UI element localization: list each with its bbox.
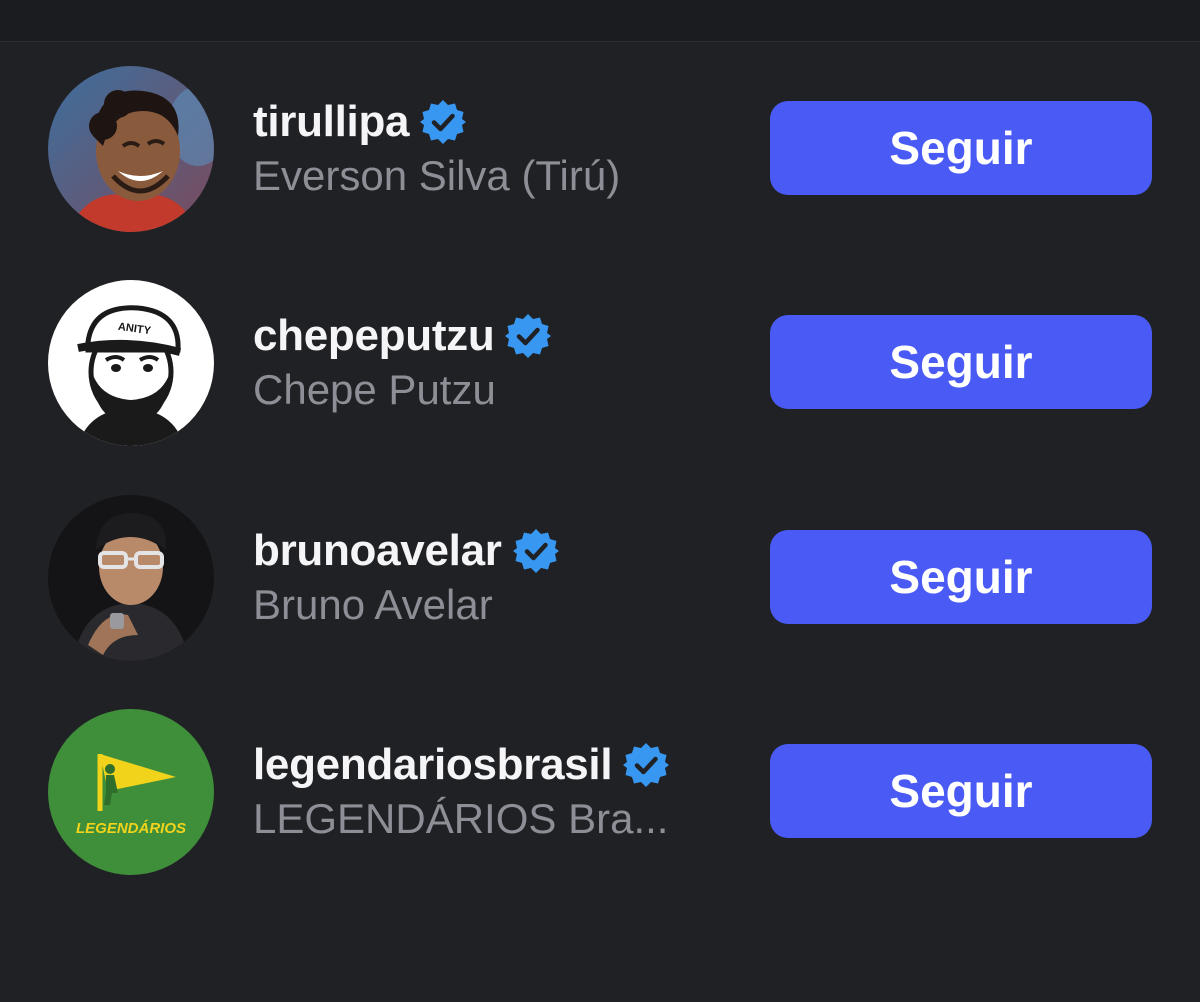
- avatar-photo-icon: [48, 495, 214, 661]
- username[interactable]: brunoavelar: [253, 526, 502, 576]
- list-item: ANITY chepeputzu Chepe Putzu Seguir: [0, 280, 1200, 450]
- full-name: Bruno Avelar: [253, 581, 493, 628]
- full-name: Everson Silva (Tirú): [253, 152, 621, 199]
- account-info: tirullipa Everson Silva (Tirú): [253, 94, 620, 200]
- avatar-illustration-icon: ANITY: [48, 280, 214, 446]
- verified-badge-icon: [419, 98, 467, 146]
- username[interactable]: tirullipa: [253, 97, 410, 147]
- follow-button[interactable]: Seguir: [770, 101, 1152, 195]
- account-info: legendariosbrasil LEGENDÁRIOS Bra...: [253, 737, 670, 843]
- username[interactable]: chepeputzu: [253, 311, 495, 361]
- account-info: chepeputzu Chepe Putzu: [253, 308, 552, 414]
- top-bar: [0, 0, 1200, 42]
- follow-button[interactable]: Seguir: [770, 744, 1152, 838]
- avatar[interactable]: [48, 66, 214, 232]
- avatar[interactable]: ANITY: [48, 280, 214, 446]
- list-item: LEGENDÁRIOS legendariosbrasil LEGENDÁRIO…: [0, 709, 1200, 879]
- verified-badge-icon: [504, 312, 552, 360]
- account-info: brunoavelar Bruno Avelar: [253, 523, 560, 629]
- avatar[interactable]: LEGENDÁRIOS: [48, 709, 214, 875]
- full-name: Chepe Putzu: [253, 366, 496, 413]
- full-name: LEGENDÁRIOS Bra...: [253, 795, 669, 842]
- username[interactable]: legendariosbrasil: [253, 740, 613, 790]
- avatar[interactable]: [48, 495, 214, 661]
- follow-button[interactable]: Seguir: [770, 530, 1152, 624]
- avatar-photo-icon: [48, 66, 214, 232]
- legendarios-logo-icon: LEGENDÁRIOS: [48, 709, 214, 875]
- list-item: tirullipa Everson Silva (Tirú) Seguir: [0, 66, 1200, 236]
- verified-badge-icon: [622, 741, 670, 789]
- legendarios-logo-text: LEGENDÁRIOS: [76, 820, 186, 837]
- verified-badge-icon: [512, 527, 560, 575]
- follow-button[interactable]: Seguir: [770, 315, 1152, 409]
- list-item: brunoavelar Bruno Avelar Seguir: [0, 495, 1200, 665]
